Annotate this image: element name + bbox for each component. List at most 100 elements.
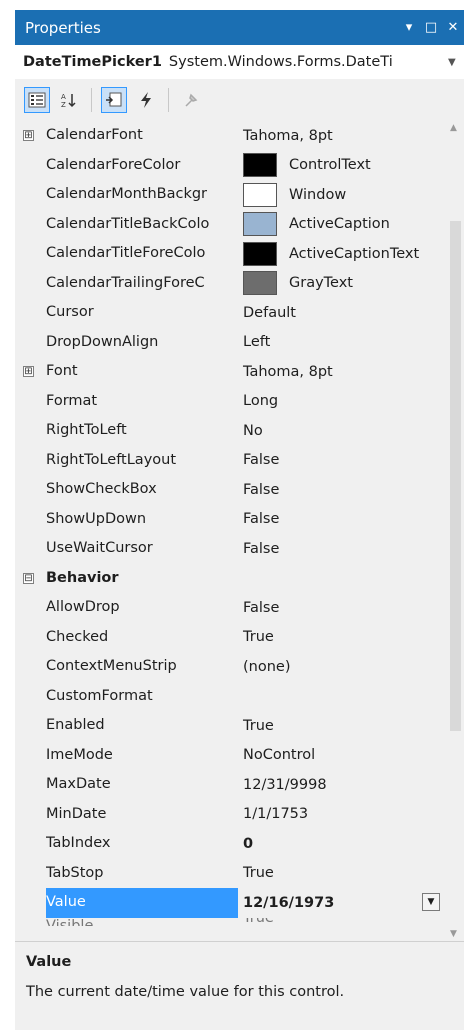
property-value[interactable]: ControlText (243, 151, 446, 181)
expand-icon[interactable]: ⊞ (23, 130, 34, 141)
property-name[interactable]: ImeMode (46, 741, 238, 771)
property-name[interactable]: DropDownAlign (46, 328, 238, 358)
object-selector[interactable]: DateTimePicker1 System.Windows.Forms.Dat… (15, 45, 464, 79)
property-row[interactable]: ⊞ Font Tahoma, 8pt (15, 357, 446, 387)
property-row[interactable]: ⊞ CalendarFont Tahoma, 8pt (15, 121, 446, 151)
property-name[interactable]: CalendarMonthBackgr (46, 180, 238, 210)
property-value[interactable]: Long (243, 387, 446, 417)
property-value[interactable]: 1/1/1753 (243, 800, 446, 830)
property-row[interactable]: AllowDrop False (15, 593, 446, 623)
property-value[interactable]: Default (243, 298, 446, 328)
property-name[interactable]: CalendarFont (46, 121, 238, 151)
property-value[interactable]: ActiveCaption (243, 210, 446, 240)
property-name[interactable]: Visible (46, 918, 238, 926)
scroll-up-icon[interactable]: ▲ (450, 123, 457, 133)
property-row[interactable]: CalendarForeColor ControlText (15, 151, 446, 181)
property-name[interactable]: AllowDrop (46, 593, 238, 623)
property-row[interactable]: ImeMode NoControl (15, 741, 446, 771)
property-row[interactable]: Cursor Default (15, 298, 446, 328)
property-name[interactable]: RightToLeft (46, 416, 238, 446)
property-value[interactable]: False (243, 446, 446, 476)
property-name[interactable]: Format (46, 387, 238, 417)
property-name[interactable]: MaxDate (46, 770, 238, 800)
property-name[interactable]: Behavior (46, 564, 238, 594)
property-row[interactable]: RightToLeftLayout False (15, 446, 446, 476)
property-value[interactable]: True (243, 623, 446, 653)
property-value[interactable]: Left (243, 328, 446, 358)
property-value[interactable]: False (243, 593, 446, 623)
property-value[interactable]: Tahoma, 8pt (243, 357, 446, 387)
property-value[interactable]: Window (243, 180, 446, 210)
property-value[interactable]: False (243, 475, 446, 505)
property-value[interactable]: True (243, 918, 446, 926)
events-button[interactable] (133, 87, 159, 113)
property-name[interactable]: ShowCheckBox (46, 475, 238, 505)
property-value[interactable]: (none) (243, 652, 446, 682)
property-value[interactable]: 12/31/9998 (243, 770, 446, 800)
property-pages-button[interactable] (178, 87, 204, 113)
property-value[interactable]: No (243, 416, 446, 446)
property-row[interactable]: ShowCheckBox False (15, 475, 446, 505)
chevron-down-icon[interactable]: ▼ (448, 57, 464, 68)
categorized-button[interactable] (24, 87, 50, 113)
property-name[interactable]: Cursor (46, 298, 238, 328)
property-value[interactable]: True (243, 859, 446, 889)
property-name[interactable]: CalendarTrailingForeC (46, 269, 238, 299)
close-icon[interactable]: ✕ (442, 20, 464, 35)
scroll-down-icon[interactable]: ▼ (450, 929, 457, 939)
property-row[interactable]: RightToLeft No (15, 416, 446, 446)
property-value[interactable]: ActiveCaptionText (243, 239, 446, 269)
property-value[interactable]: 0 (243, 829, 446, 859)
property-row[interactable]: TabStop True (15, 859, 446, 889)
property-row[interactable]: DropDownAlign Left (15, 328, 446, 358)
value-dropdown-button[interactable]: ▼ (422, 893, 440, 911)
properties-button[interactable] (101, 87, 127, 113)
property-row[interactable]: MaxDate 12/31/9998 (15, 770, 446, 800)
alphabetical-button[interactable]: A Z (56, 87, 82, 113)
property-name[interactable]: Enabled (46, 711, 238, 741)
property-value[interactable]: True (243, 711, 446, 741)
property-value[interactable] (243, 682, 446, 712)
property-value[interactable]: GrayText (243, 269, 446, 299)
property-row[interactable]: Format Long (15, 387, 446, 417)
property-name[interactable]: MinDate (46, 800, 238, 830)
collapse-icon[interactable]: ⊟ (23, 572, 34, 584)
property-name[interactable]: TabIndex (46, 829, 238, 859)
expand-icon[interactable]: ⊞ (23, 366, 34, 377)
property-value[interactable]: 12/16/1973 (243, 888, 446, 918)
property-row[interactable]: Visible True (15, 918, 446, 932)
property-name[interactable]: ShowUpDown (46, 505, 238, 535)
property-name[interactable]: Checked (46, 623, 238, 653)
property-row[interactable]: CustomFormat (15, 682, 446, 712)
property-name[interactable]: CalendarForeColor (46, 151, 238, 181)
category-row[interactable]: ⊟ Behavior (15, 564, 446, 594)
property-name[interactable]: CalendarTitleForeColo (46, 239, 238, 269)
property-name[interactable]: CustomFormat (46, 682, 238, 712)
property-row[interactable]: Enabled True (15, 711, 446, 741)
property-grid-scrollbar[interactable]: ▲ ▼ (446, 121, 464, 941)
scrollbar-thumb[interactable] (450, 221, 461, 731)
property-value[interactable]: False (243, 534, 446, 564)
property-row[interactable]: Value 12/16/1973 ▼ (15, 888, 446, 918)
property-row[interactable]: ShowUpDown False (15, 505, 446, 535)
property-row[interactable]: MinDate 1/1/1753 (15, 800, 446, 830)
property-name[interactable]: CalendarTitleBackColo (46, 210, 238, 240)
property-value[interactable]: Tahoma, 8pt (243, 121, 446, 151)
property-row[interactable]: CalendarMonthBackgr Window (15, 180, 446, 210)
property-row[interactable]: CalendarTitleForeColo ActiveCaptionText (15, 239, 446, 269)
property-name[interactable]: RightToLeftLayout (46, 446, 238, 476)
property-name[interactable]: Font (46, 357, 238, 387)
property-grid[interactable]: ⊞ CalendarFont Tahoma, 8pt CalendarForeColo… (15, 121, 446, 941)
property-row[interactable]: TabIndex 0 (15, 829, 446, 859)
property-name[interactable]: Value (46, 888, 238, 918)
property-value[interactable]: False (243, 505, 446, 535)
property-row[interactable]: UseWaitCursor False (15, 534, 446, 564)
property-row[interactable]: Checked True (15, 623, 446, 653)
property-value[interactable]: NoControl (243, 741, 446, 771)
property-row[interactable]: ContextMenuStrip (none) (15, 652, 446, 682)
pin-dropdown-icon[interactable]: ▾ (398, 20, 420, 35)
property-name[interactable]: ContextMenuStrip (46, 652, 238, 682)
maximize-icon[interactable]: □ (420, 20, 442, 35)
property-name[interactable]: UseWaitCursor (46, 534, 238, 564)
property-row[interactable]: CalendarTitleBackColo ActiveCaption (15, 210, 446, 240)
